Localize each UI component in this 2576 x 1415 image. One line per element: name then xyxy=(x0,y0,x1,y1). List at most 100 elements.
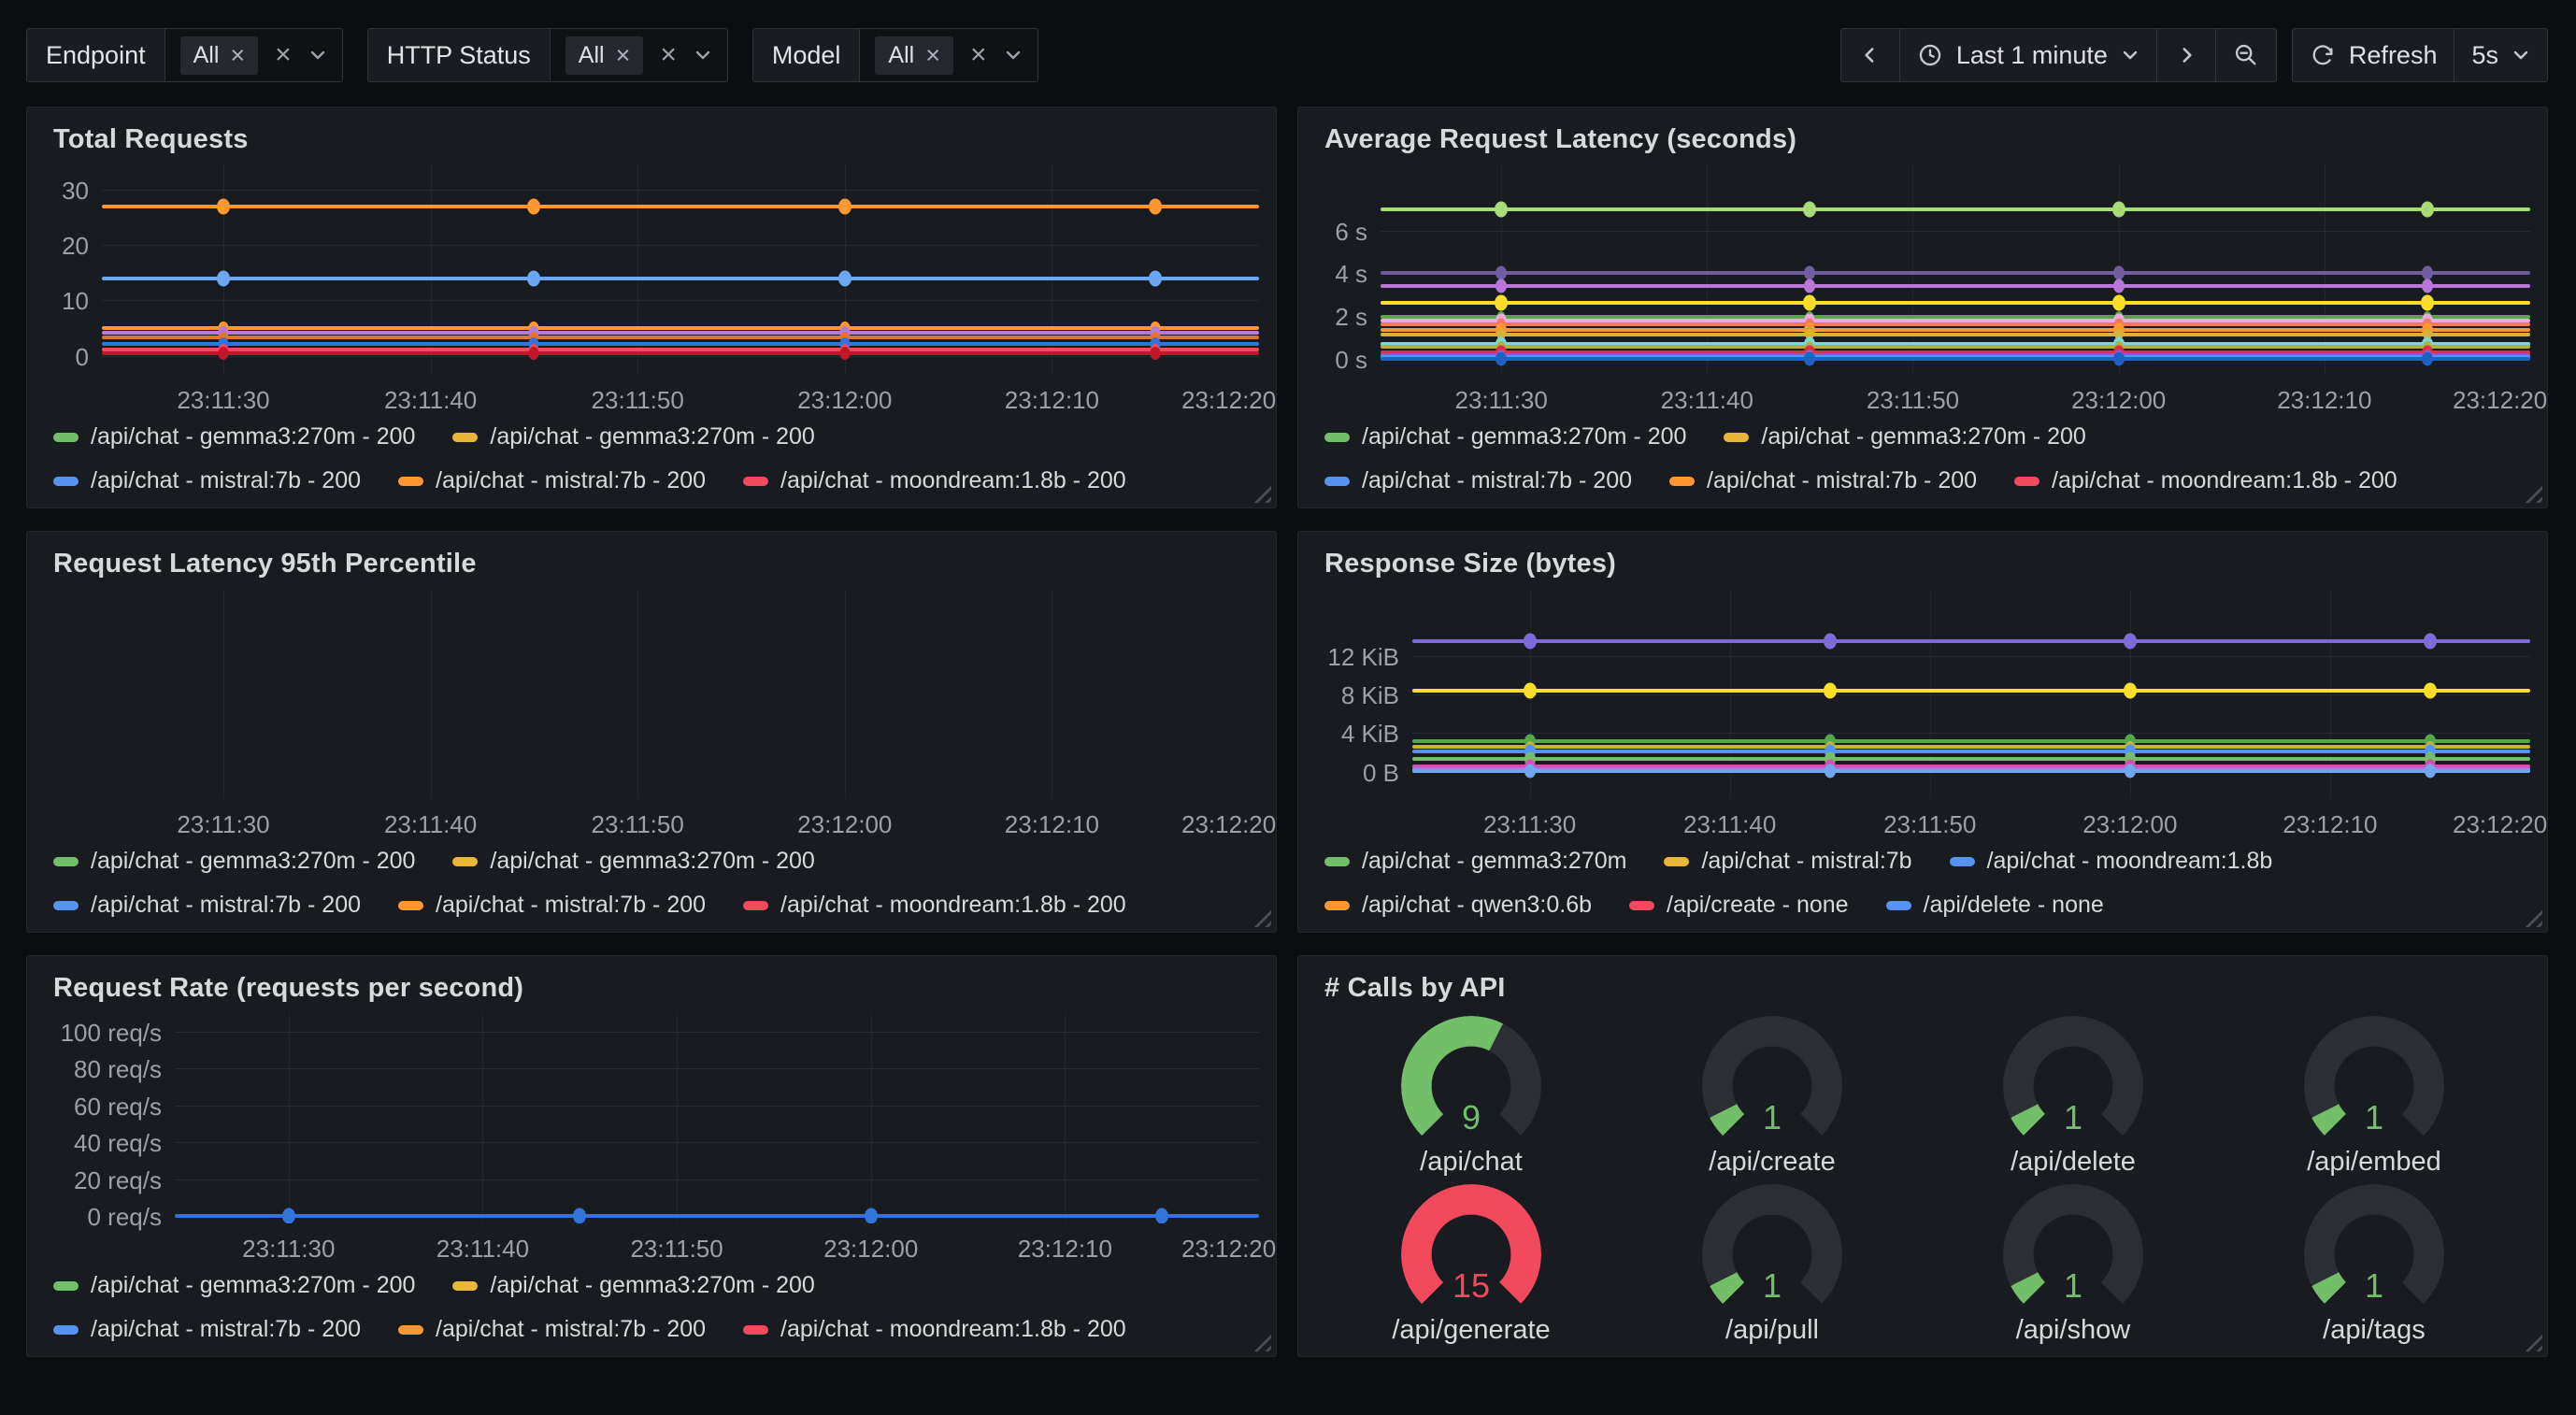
filter-selected-chip[interactable]: All× xyxy=(875,36,953,75)
zoom-out-button[interactable] xyxy=(2216,28,2277,82)
panel-title[interactable]: Request Latency 95th Percentile xyxy=(53,549,1259,579)
legend-item[interactable]: /api/chat - mistral:7b - 200 xyxy=(398,1316,706,1343)
legend-item[interactable]: /api/create - none xyxy=(1629,892,1849,919)
gauge-value: 1 xyxy=(2304,1098,2444,1137)
y-tick-label: 60 req/s xyxy=(74,1093,162,1122)
clear-selection-icon[interactable]: × xyxy=(970,41,987,69)
gauge-value: 1 xyxy=(2304,1266,2444,1306)
chevron-down-icon[interactable] xyxy=(308,49,327,62)
chevron-down-icon[interactable] xyxy=(1004,49,1023,62)
x-tick-label: 23:12:20 xyxy=(2453,810,2547,839)
time-series-chart[interactable]: 12 KiB8 KiB4 KiB0 B23:11:3023:11:4023:11… xyxy=(1315,589,2530,844)
series-point xyxy=(529,347,539,360)
legend-color-marker xyxy=(452,857,478,866)
x-axis: 23:11:3023:11:4023:11:5023:12:0023:12:10… xyxy=(1412,799,2530,844)
legend-item[interactable]: /api/chat - mistral:7b - 200 xyxy=(398,892,706,919)
series-line xyxy=(1412,757,2530,761)
y-tick-label: 0 B xyxy=(1363,759,1399,788)
plot-canvas[interactable] xyxy=(102,589,1259,799)
legend-item[interactable]: /api/chat - gemma3:270m - 200 xyxy=(452,1272,814,1299)
legend-item[interactable]: /api/chat - mistral:7b - 200 xyxy=(53,1316,361,1343)
remove-value-icon[interactable]: × xyxy=(616,43,631,68)
panel-title[interactable]: Total Requests xyxy=(53,124,1259,155)
y-axis: 6 s4 s2 s0 s xyxy=(1315,164,1381,375)
time-series-chart[interactable]: 23:11:3023:11:4023:11:5023:12:0023:12:10… xyxy=(44,589,1259,844)
chevron-down-icon[interactable] xyxy=(694,49,712,62)
legend-item[interactable]: /api/chat - gemma3:270m - 200 xyxy=(1724,423,2085,450)
plot-canvas[interactable] xyxy=(1412,589,2530,799)
x-tick-label: 23:12:00 xyxy=(2071,386,2166,415)
legend-item[interactable]: /api/chat - gemma3:270m - 200 xyxy=(53,1272,415,1299)
dashboard-grid: Total Requests 302010023:11:3023:11:4023… xyxy=(0,107,2576,1357)
legend-color-marker xyxy=(53,857,79,866)
gauge-dial: 9 xyxy=(1401,1016,1541,1145)
legend-label: /api/chat - gemma3:270m - 200 xyxy=(490,848,814,875)
x-tick-label: 23:11:30 xyxy=(1455,386,1548,415)
time-series-chart[interactable]: 6 s4 s2 s0 s23:11:3023:11:4023:11:5023:1… xyxy=(1315,164,2530,420)
filter-selected-chip[interactable]: All× xyxy=(565,36,644,75)
legend-label: /api/chat - moondream:1.8b - 200 xyxy=(2052,467,2397,494)
legend-item[interactable]: /api/chat - moondream:1.8b - 200 xyxy=(743,467,1126,494)
legend-item[interactable]: /api/chat - mistral:7b - 200 xyxy=(398,467,706,494)
legend-item[interactable]: /api/chat - gemma3:270m - 200 xyxy=(452,848,814,875)
time-shift-back-button[interactable] xyxy=(1840,28,1900,82)
legend-item[interactable]: /api/chat - gemma3:270m - 200 xyxy=(53,848,415,875)
gauge: 1/api/delete xyxy=(2003,1016,2143,1178)
legend-row: /api/chat - mistral:7b - 200/api/chat - … xyxy=(53,467,1259,494)
legend-item[interactable]: /api/chat - mistral:7b - 200 xyxy=(1669,467,1977,494)
legend-item[interactable]: /api/chat - gemma3:270m - 200 xyxy=(1324,423,1686,450)
series-point xyxy=(1524,682,1537,698)
y-axis: 100 req/s80 req/s60 req/s40 req/s20 req/… xyxy=(44,1013,175,1223)
series-point xyxy=(218,347,228,360)
legend-item[interactable]: /api/chat - mistral:7b - 200 xyxy=(1324,467,1632,494)
legend-item[interactable]: /api/chat - moondream:1.8b - 200 xyxy=(743,892,1126,919)
legend-item[interactable]: /api/chat - gemma3:270m - 200 xyxy=(53,423,415,450)
legend-label: /api/chat - mistral:7b - 200 xyxy=(91,892,361,919)
plot-canvas[interactable] xyxy=(175,1013,1259,1223)
series-line xyxy=(1381,271,2530,275)
time-series-chart[interactable]: 302010023:11:3023:11:4023:11:5023:12:002… xyxy=(44,164,1259,420)
panel-title[interactable]: Average Request Latency (seconds) xyxy=(1324,124,2530,155)
legend-color-marker xyxy=(1886,901,1911,910)
legend-item[interactable]: /api/chat - mistral:7b - 200 xyxy=(53,467,361,494)
clear-selection-icon[interactable]: × xyxy=(275,41,292,69)
legend-item[interactable]: /api/chat - gemma3:270m - 200 xyxy=(452,423,814,450)
panel-title[interactable]: # Calls by API xyxy=(1324,973,2530,1004)
remove-value-icon[interactable]: × xyxy=(230,43,245,68)
remove-value-icon[interactable]: × xyxy=(925,43,940,68)
filter-value: All×× xyxy=(551,29,727,81)
plot-canvas[interactable] xyxy=(1381,164,2530,375)
filter-label: Model xyxy=(753,29,861,81)
panel-title[interactable]: Request Rate (requests per second) xyxy=(53,973,1259,1004)
legend-item[interactable]: /api/delete - none xyxy=(1886,892,2104,919)
series-line xyxy=(1381,333,2530,336)
x-axis: 23:11:3023:11:4023:11:5023:12:0023:12:10… xyxy=(175,1223,1259,1268)
legend-item[interactable]: /api/chat - moondream:1.8b - 200 xyxy=(743,1316,1126,1343)
x-tick-label: 23:12:10 xyxy=(2277,386,2371,415)
legend-color-marker xyxy=(53,1281,79,1291)
refresh-interval-dropdown[interactable]: 5s xyxy=(2454,28,2548,82)
refresh-button[interactable]: Refresh xyxy=(2292,28,2455,82)
time-series-chart[interactable]: 100 req/s80 req/s60 req/s40 req/s20 req/… xyxy=(44,1013,1259,1268)
gauge: 1/api/embed xyxy=(2304,1016,2444,1178)
time-shift-forward-button[interactable] xyxy=(2157,28,2216,82)
series-point xyxy=(282,1208,295,1223)
legend-row: /api/chat - gemma3:270m/api/chat - mistr… xyxy=(1324,848,2530,875)
x-axis: 23:11:3023:11:4023:11:5023:12:0023:12:10… xyxy=(102,799,1259,844)
legend-item[interactable]: /api/chat - gemma3:270m xyxy=(1324,848,1626,875)
legend-item[interactable]: /api/chat - moondream:1.8b xyxy=(1950,848,2273,875)
legend-label: /api/chat - mistral:7b - 200 xyxy=(436,892,706,919)
time-range-picker[interactable]: Last 1 minute xyxy=(1900,28,2157,82)
variable-filters: EndpointAll××HTTP StatusAll××ModelAll×× xyxy=(26,28,1038,82)
legend-item[interactable]: /api/chat - mistral:7b - 200 xyxy=(53,892,361,919)
time-controls: Last 1 minute Refre xyxy=(1840,28,2548,82)
filter-selected-chip[interactable]: All× xyxy=(180,36,259,75)
legend-label: /api/chat - gemma3:270m - 200 xyxy=(91,423,415,450)
legend-item[interactable]: /api/chat - qwen3:0.6b xyxy=(1324,892,1592,919)
clear-selection-icon[interactable]: × xyxy=(660,41,677,69)
legend-item[interactable]: /api/chat - moondream:1.8b - 200 xyxy=(2014,467,2397,494)
panel-title[interactable]: Response Size (bytes) xyxy=(1324,549,2530,579)
zoom-out-icon xyxy=(2233,42,2259,68)
legend-item[interactable]: /api/chat - mistral:7b xyxy=(1664,848,1911,875)
plot-canvas[interactable] xyxy=(102,164,1259,375)
